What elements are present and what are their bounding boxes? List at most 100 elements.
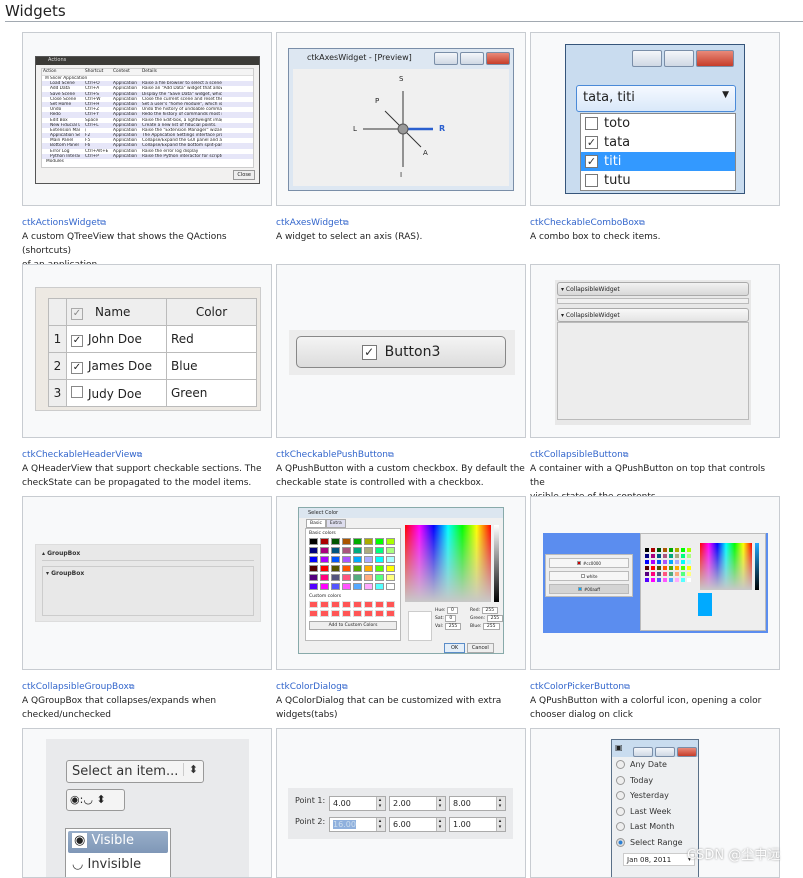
color-field[interactable]: Hue: 0 — [435, 607, 470, 614]
color-swatch[interactable] — [657, 548, 661, 552]
custom-color-swatch[interactable] — [342, 610, 351, 617]
color-swatch[interactable] — [651, 578, 655, 582]
color-swatch[interactable] — [675, 554, 679, 558]
color-swatch[interactable] — [657, 554, 661, 558]
color-swatch[interactable] — [681, 560, 685, 564]
color-swatch[interactable] — [375, 538, 384, 545]
column-header[interactable]: Action — [43, 69, 56, 74]
minimize-button[interactable] — [434, 52, 458, 65]
color-swatch[interactable] — [645, 554, 649, 558]
color-field[interactable]: Red: 255 — [470, 607, 505, 614]
radio-icon[interactable] — [616, 806, 625, 816]
color-swatch[interactable] — [353, 583, 362, 590]
color-swatch[interactable] — [675, 566, 679, 570]
color-swatch[interactable] — [375, 565, 384, 572]
widget-link[interactable]: ctkCollapsibleButton⧉ — [530, 448, 780, 462]
color-swatch[interactable] — [320, 538, 329, 545]
checkbox-checked-icon[interactable]: ✓ — [361, 344, 377, 360]
custom-color-swatch[interactable] — [309, 610, 318, 617]
close-button[interactable] — [486, 52, 510, 65]
custom-color-swatch[interactable] — [375, 610, 384, 617]
color-swatch[interactable] — [364, 547, 373, 554]
column-header[interactable]: Details — [142, 69, 157, 74]
coordinate-spinbox[interactable]: 1.00 — [449, 817, 506, 832]
date-edit[interactable]: Jan 08, 2011 ▾ — [623, 853, 695, 866]
radio-icon[interactable] — [616, 822, 625, 832]
color-swatch[interactable] — [386, 556, 395, 563]
checkbox-checked-icon[interactable]: ✓ — [71, 307, 83, 320]
color-swatch[interactable] — [651, 572, 655, 576]
custom-colors-grid[interactable] — [309, 601, 397, 617]
color-swatch[interactable] — [320, 574, 329, 581]
widget-link[interactable]: ctkCollapsibleGroupBox⧉ — [22, 680, 272, 694]
widget-link[interactable]: ctkAxesWidget⧉ — [276, 216, 526, 230]
color-swatch[interactable] — [651, 554, 655, 558]
color-swatch[interactable] — [320, 547, 329, 554]
color-swatch[interactable] — [651, 560, 655, 564]
color-swatch[interactable] — [320, 565, 329, 572]
column-header-name[interactable]: ✓ Name — [66, 298, 167, 326]
color-swatch[interactable] — [657, 578, 661, 582]
color-swatch[interactable] — [681, 578, 685, 582]
custom-color-swatch[interactable] — [320, 610, 329, 617]
color-picker-button[interactable]: white — [549, 571, 629, 581]
color-swatch[interactable] — [386, 565, 395, 572]
color-swatch[interactable] — [386, 538, 395, 545]
custom-color-swatch[interactable] — [364, 601, 373, 608]
radio-icon[interactable] — [616, 837, 625, 847]
color-swatch[interactable] — [353, 547, 362, 554]
ok-button[interactable]: OK — [444, 643, 466, 653]
color-swatch[interactable] — [342, 583, 351, 590]
close-button[interactable]: Close — [233, 170, 255, 180]
radio-option[interactable]: Yesterday — [616, 788, 694, 804]
color-swatch[interactable] — [681, 572, 685, 576]
checkbox-checked-icon[interactable]: ✓ — [71, 334, 83, 347]
color-swatch[interactable] — [331, 565, 340, 572]
color-swatch[interactable] — [687, 560, 691, 564]
color-swatch[interactable] — [645, 578, 649, 582]
color-swatch[interactable] — [309, 538, 318, 545]
coordinate-spinbox[interactable]: 2.00 — [389, 796, 446, 811]
combo-item[interactable]: ✓ titi — [581, 152, 735, 171]
axes-control[interactable] — [293, 69, 509, 185]
maximize-button[interactable] — [664, 50, 694, 67]
custom-color-swatch[interactable] — [342, 601, 351, 608]
color-swatch[interactable] — [309, 583, 318, 590]
color-swatch[interactable] — [687, 578, 691, 582]
color-swatch[interactable] — [663, 578, 667, 582]
color-swatch[interactable] — [663, 560, 667, 564]
radio-option[interactable]: Last Week — [616, 804, 694, 820]
color-swatch[interactable] — [309, 574, 318, 581]
table-row[interactable]: 2 ✓ James Doe Blue — [48, 352, 257, 380]
tree-row[interactable]: Python Interactor Ctrl+P Application Raise … — [42, 153, 253, 160]
maximize-button[interactable] — [460, 52, 484, 65]
widget-link[interactable]: ctkCheckableComboBox⧉ — [530, 216, 780, 230]
color-swatch[interactable] — [364, 583, 373, 590]
tree-modules[interactable]: Modules — [42, 159, 253, 164]
custom-color-swatch[interactable] — [320, 601, 329, 608]
color-swatch[interactable] — [663, 572, 667, 576]
color-swatch[interactable] — [331, 574, 340, 581]
select-item-combo[interactable]: Select an item... ⬍ — [66, 760, 204, 783]
color-swatch[interactable] — [342, 574, 351, 581]
color-swatch[interactable] — [309, 556, 318, 563]
color-swatch[interactable] — [353, 556, 362, 563]
combo-item[interactable]: tutu — [581, 171, 735, 190]
color-swatch[interactable] — [364, 556, 373, 563]
checkbox-checked-icon[interactable]: ✓ — [585, 136, 598, 149]
combo-dropdown-list[interactable]: toto ✓ tata ✓ titi tutu — [580, 113, 736, 191]
color-swatch[interactable] — [353, 538, 362, 545]
coordinate-spinbox[interactable]: 8.00 — [449, 796, 506, 811]
cancel-button[interactable]: Cancel — [466, 643, 494, 653]
color-swatch[interactable] — [687, 548, 691, 552]
color-swatch[interactable] — [645, 548, 649, 552]
close-button[interactable] — [677, 747, 697, 757]
color-swatch[interactable] — [342, 556, 351, 563]
groupbox-header[interactable]: ▴ GroupBox — [42, 550, 254, 561]
coordinate-spinbox[interactable]: 6.00 — [389, 817, 446, 832]
color-swatch[interactable] — [320, 583, 329, 590]
custom-color-swatch[interactable] — [331, 610, 340, 617]
widget-link[interactable]: ctkActionsWidget⧉ — [22, 216, 272, 230]
color-swatch[interactable] — [663, 548, 667, 552]
color-swatch[interactable] — [645, 560, 649, 564]
